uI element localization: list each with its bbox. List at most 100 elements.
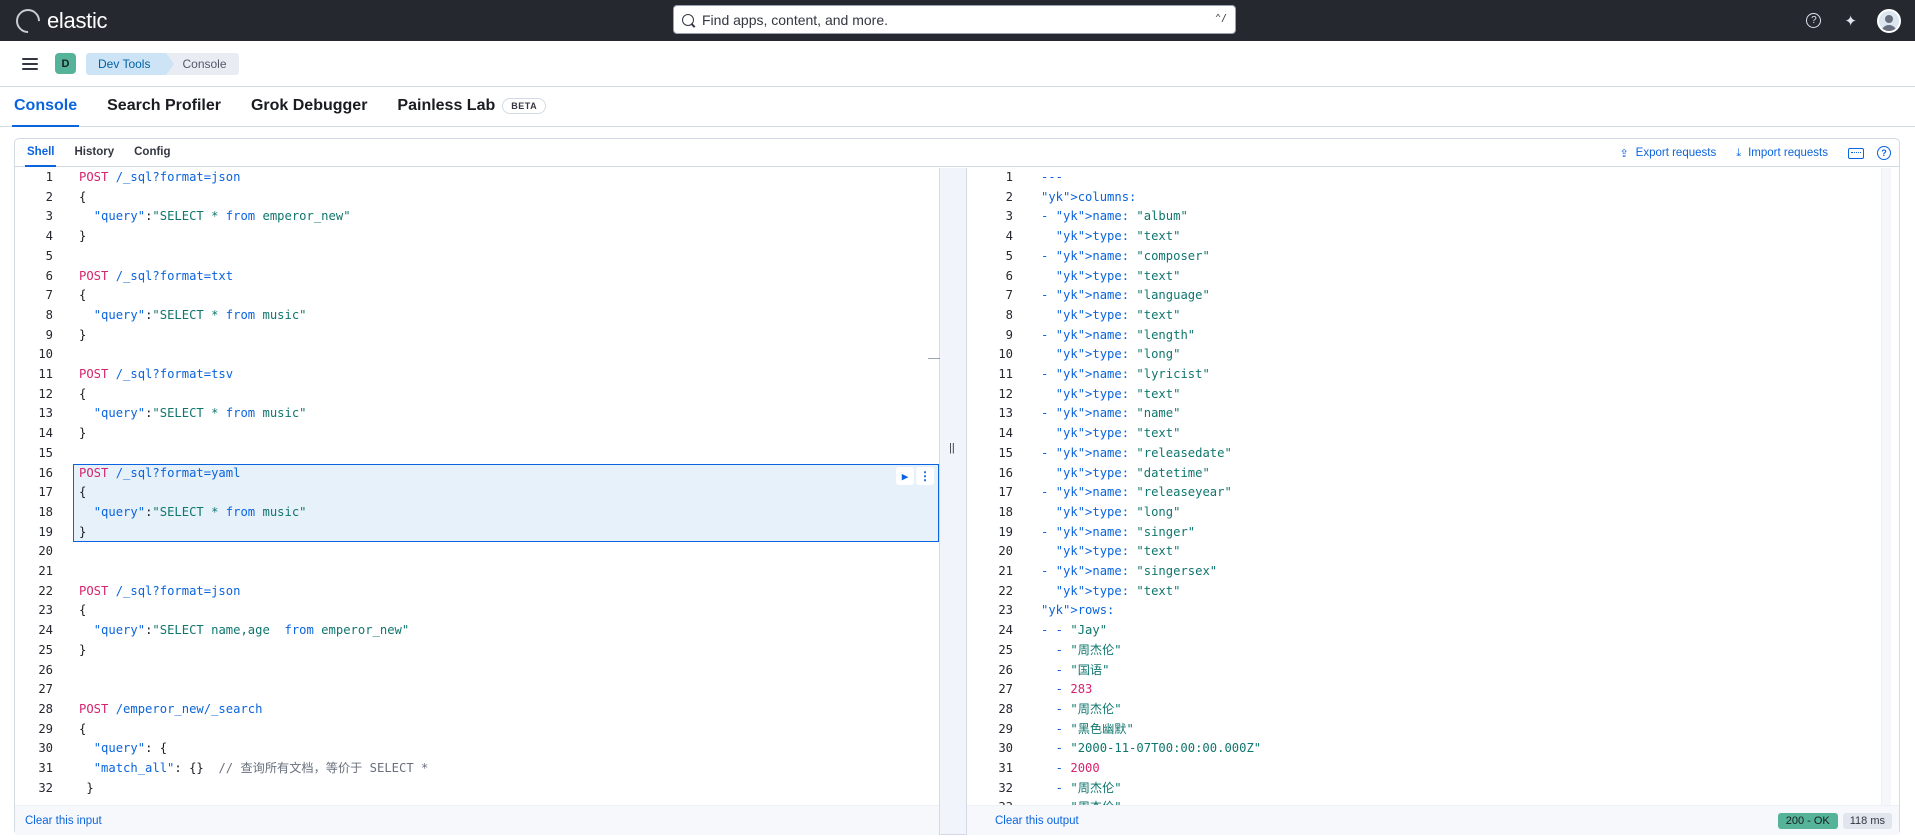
response-line: 23 "yk">rows: [967, 601, 1891, 621]
import-requests-button[interactable]: ⤓ Import requests [1736, 147, 1828, 160]
status-badge: 200 - OK [1777, 813, 1838, 829]
line-number: 1 [1005, 170, 1013, 184]
line-number: 28 [998, 701, 1013, 716]
line-number: 18 [38, 504, 53, 519]
line-number: 23 [38, 603, 53, 618]
request-code: "query":"SELECT * from music" [93, 406, 307, 421]
help-icon[interactable]: ? [1877, 146, 1891, 160]
keyboard-shortcuts-icon[interactable] [1848, 147, 1864, 159]
global-search[interactable]: ⌃/ [673, 5, 1236, 34]
line-number: 31 [38, 761, 53, 775]
line-number: 29 [38, 721, 53, 736]
response-code: - "yk">name: "composer" [1041, 248, 1210, 263]
clear-output-button[interactable]: Clear this output [995, 815, 1079, 827]
request-code: "match_all": {} // 查询所有文档，等价于 SELECT * [93, 761, 429, 775]
line-number: 6 [1005, 268, 1013, 283]
line-number: 5 [1005, 248, 1013, 263]
line-number: 4 [45, 229, 53, 244]
line-number: 5 [45, 248, 53, 263]
line-number: 3 [45, 209, 53, 224]
request-line: 26 [15, 661, 939, 681]
request-code: } [79, 426, 87, 441]
response-line: 28 - "周杰伦" [967, 700, 1891, 720]
line-number: 29 [998, 721, 1013, 736]
line-number: 28 [38, 701, 53, 716]
line-number: 16 [38, 465, 53, 480]
response-code: - "yk">name: "name" [1041, 406, 1181, 421]
line-number: 9 [1005, 327, 1013, 342]
request-code: { [79, 288, 87, 303]
response-code: "yk">type: "text" [1055, 583, 1181, 598]
response-code: "yk">type: "long" [1055, 504, 1181, 519]
response-code: "yk">type: "text" [1055, 544, 1181, 559]
tab-painless-lab-label: Painless Lab [397, 97, 496, 114]
request-line: 27 [15, 680, 939, 700]
line-number: 10 [998, 347, 1013, 362]
subtab-config[interactable]: Config [132, 138, 172, 166]
resize-handle-icon[interactable]: || [949, 442, 955, 454]
import-requests-label: Import requests [1748, 147, 1828, 159]
line-number: 15 [38, 445, 53, 460]
response-line: 1 --- [967, 168, 1891, 188]
subtab-history[interactable]: History [72, 138, 116, 166]
newsfeed-icon[interactable]: ✦ [1844, 12, 1857, 30]
line-number: 12 [998, 386, 1013, 401]
response-code: --- [1041, 170, 1064, 184]
response-line: 22 "yk">type: "text" [967, 582, 1891, 602]
line-number: 9 [45, 327, 53, 342]
line-number: 13 [38, 406, 53, 421]
space-avatar[interactable]: D [55, 53, 76, 74]
output-scrollbar[interactable] [1881, 168, 1891, 805]
tab-console[interactable]: Console [11, 86, 80, 127]
export-requests-button[interactable]: ⇪ Export requests [1619, 147, 1716, 160]
line-number: 6 [45, 268, 53, 283]
tab-grok-debugger[interactable]: Grok Debugger [251, 86, 367, 126]
request-code: POST /_sql?format=yaml [79, 465, 241, 480]
response-line: 27 - 283 [967, 680, 1891, 700]
request-line: 21 [15, 562, 939, 582]
line-number: 32 [998, 780, 1013, 795]
console-subtabs: Shell History Config ⇪ Export requests ⤓… [15, 139, 1899, 167]
request-line: 7{ [15, 286, 939, 306]
request-code: "query":"SELECT * from music" [93, 504, 307, 519]
line-number: 24 [998, 623, 1013, 638]
breadcrumb-dev-tools[interactable]: Dev Tools [86, 52, 176, 75]
search-icon [682, 13, 694, 26]
menu-icon[interactable] [22, 57, 38, 70]
line-number: 25 [38, 642, 53, 657]
response-code: - "yk">name: "releasedate" [1041, 445, 1232, 460]
tab-painless-lab[interactable]: Painless Lab BETA [397, 86, 547, 126]
clear-input-button[interactable]: Clear this input [25, 815, 102, 827]
response-code: "yk">type: "text" [1055, 426, 1181, 441]
request-code: "query": { [93, 741, 168, 756]
response-line: 31 - 2000 [967, 759, 1891, 779]
line-number: 17 [998, 485, 1013, 500]
request-line: 14} [15, 424, 939, 444]
help-icon[interactable]: ? [1806, 13, 1822, 28]
request-line: 30 "query": { [15, 739, 939, 759]
line-number: 24 [38, 623, 53, 638]
request-line: 2{ [15, 188, 939, 208]
line-number: 30 [998, 741, 1013, 756]
response-line: 17 - "yk">name: "releaseyear" [967, 483, 1891, 503]
line-number: 19 [38, 524, 53, 539]
line-number: 18 [998, 504, 1013, 519]
line-number: 3 [1005, 209, 1013, 224]
tab-search-profiler[interactable]: Search Profiler [107, 86, 221, 126]
line-number: 17 [38, 485, 53, 500]
editor-divider[interactable]: || [928, 168, 967, 834]
response-line: 6 "yk">type: "text" [967, 267, 1891, 287]
response-code: "yk">type: "long" [1055, 347, 1181, 362]
request-editor[interactable]: ▶ ⋮ 1 POST /_sql?format=json 2{3 "query":"… [15, 168, 939, 805]
request-line: 10 [15, 345, 939, 365]
request-code: "query":"SELECT * from music" [93, 307, 307, 322]
response-line: 11 - "yk">name: "lyricist" [967, 365, 1891, 385]
user-avatar[interactable] [1877, 8, 1901, 33]
elastic-logo[interactable]: elastic [11, 3, 108, 38]
breadcrumb-bar: D Dev Tools Console [0, 41, 1915, 87]
search-input[interactable] [702, 11, 1192, 28]
line-number: 33 [967, 798, 1013, 805]
subtab-shell[interactable]: Shell [25, 138, 57, 167]
response-code: - "周杰伦" [1041, 642, 1122, 657]
response-line: 30 - "2000-11-07T00:00:00.000Z" [967, 739, 1891, 759]
